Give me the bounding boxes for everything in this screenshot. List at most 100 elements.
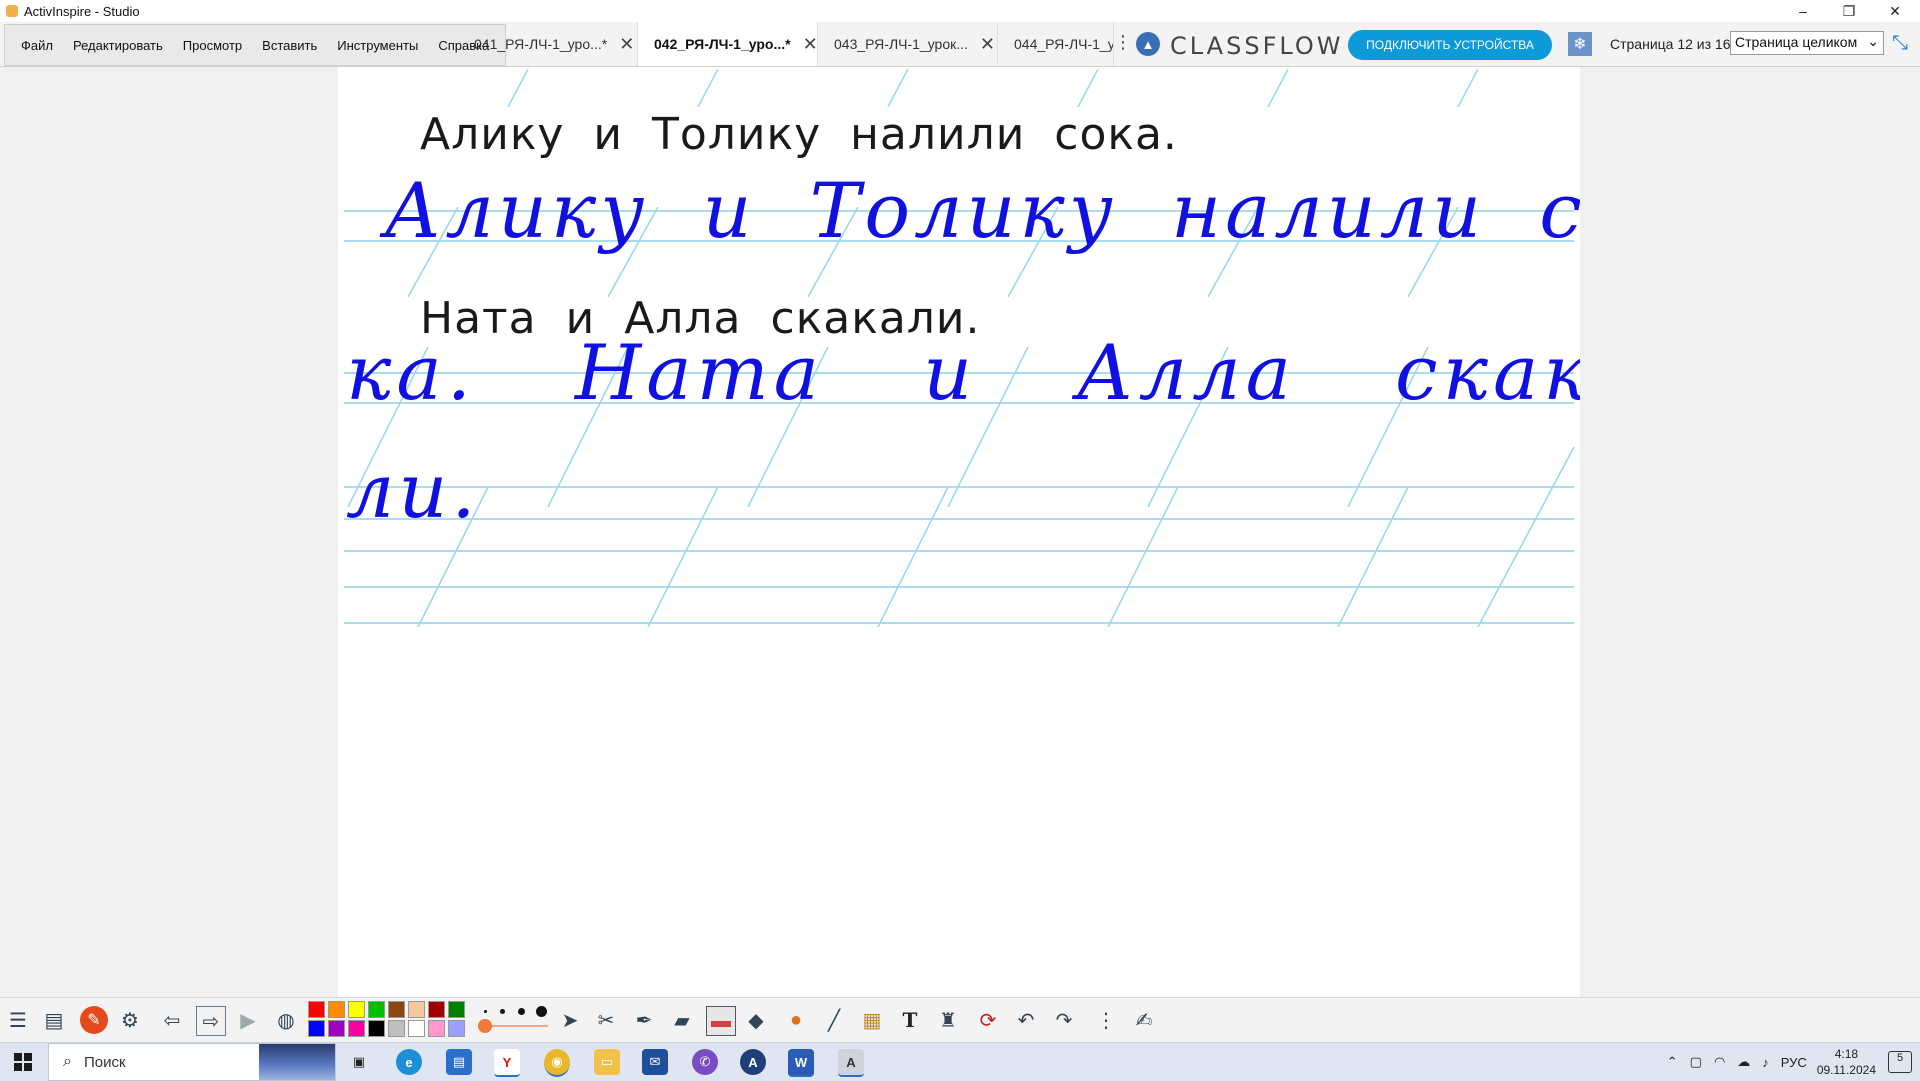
task-view-icon[interactable]: ▣ [346,1049,372,1075]
menu-bar: Файл Редактировать Просмотр Вставить Инс… [4,24,507,66]
tab-044[interactable]: 044_РЯ-ЛЧ-1_ур [998,22,1114,66]
shape-icon[interactable]: ● [782,1006,810,1034]
notifications-icon[interactable]: 5 [1888,1051,1912,1073]
fullscreen-icon[interactable]: ⤡ [1892,32,1908,55]
connector-icon[interactable]: ╱ [820,1006,848,1034]
tab-close-icon[interactable]: ✕ [803,34,817,55]
color-swatch[interactable] [408,1001,425,1018]
close-window-button[interactable]: ✕ [1872,0,1918,22]
browsers-icon[interactable]: ▤ [40,1006,68,1034]
reset-page-icon[interactable]: ⟳ [974,1006,1002,1034]
printed-sentence-2: Ната и Алла скакали. [420,293,981,344]
color-swatch[interactable] [348,1001,365,1018]
pen-width-slider-handle[interactable] [478,1019,492,1033]
color-swatch[interactable] [308,1001,325,1018]
redo-icon[interactable]: ↷ [1050,1006,1078,1034]
more-tools-icon[interactable]: ⋮ [1092,1006,1120,1034]
pen-size-large[interactable] [518,1008,525,1015]
clock[interactable]: 4:18 09.11.2024 [1817,1046,1876,1078]
yandex-browser-icon[interactable]: Y [494,1049,520,1077]
resource-library-icon[interactable]: ▦ [858,1006,886,1034]
tab-label: 043_РЯ-ЛЧ-1_урок... [834,36,968,52]
cloud-icon[interactable]: ☁ [1737,1054,1750,1070]
globe-icon[interactable]: ◍ [272,1006,300,1034]
color-swatch[interactable] [368,1001,385,1018]
pen-mode-icon[interactable]: ✎ [80,1006,108,1034]
menu-view[interactable]: Просмотр [173,38,252,53]
menu-edit[interactable]: Редактировать [63,38,173,53]
select-icon[interactable]: ➤ [556,1006,584,1034]
page-counter: Страница 12 из 16 [1610,36,1731,52]
classflow-logo: CLASSFLOW [1170,32,1344,60]
tab-041[interactable]: 041_РЯ-ЛЧ-1_уро...* ✕ [458,22,638,66]
color-swatch[interactable] [328,1020,345,1037]
menu-tools[interactable]: Инструменты [327,38,428,53]
store-icon[interactable]: ▤ [446,1049,472,1075]
pen-size-xlarge[interactable] [536,1006,547,1017]
desktop-annotate-icon[interactable]: ⚙ [116,1006,144,1034]
play-icon[interactable]: ▶ [234,1006,262,1034]
color-swatch[interactable] [408,1020,425,1037]
app-icon [6,5,18,17]
activinspire-studio-icon[interactable]: A [838,1049,864,1077]
connect-devices-button[interactable]: ПОДКЛЮЧИТЬ УСТРОЙСТВА [1348,30,1552,60]
window-title: ActivInspire - Studio [24,3,140,19]
language-indicator[interactable]: РУС [1781,1055,1807,1070]
mail-icon[interactable]: ✉ [642,1049,668,1075]
next-page-icon[interactable]: ⇨ [196,1006,226,1036]
color-swatch[interactable] [448,1020,465,1037]
pen-icon[interactable]: ✒ [630,1006,658,1034]
color-swatch[interactable] [368,1020,385,1037]
wifi-icon[interactable]: ◠ [1714,1054,1725,1070]
chevron-down-icon: ⌄ [1867,33,1879,49]
color-swatch[interactable] [308,1020,325,1037]
color-swatch[interactable] [328,1001,345,1018]
chrome-icon[interactable]: ◉ [544,1049,570,1077]
device-icon[interactable]: ▢ [1690,1054,1702,1070]
tab-close-icon[interactable]: ✕ [980,34,995,55]
tools-icon[interactable]: ✂ [592,1006,620,1034]
activinspire-icon[interactable]: A [740,1049,766,1075]
restore-button[interactable]: ❐ [1826,0,1872,22]
undo-icon[interactable]: ↶ [1012,1006,1040,1034]
color-swatch[interactable] [448,1001,465,1018]
show-hidden-icons-icon[interactable]: ⌃ [1667,1054,1678,1070]
edit-profile-icon[interactable]: ✍ [1130,1006,1158,1034]
previous-page-icon[interactable]: ⇦ [158,1006,186,1034]
tab-042[interactable]: 042_РЯ-ЛЧ-1_уро...* ✕ [638,22,818,66]
menu-file[interactable]: Файл [11,38,63,53]
tab-close-icon[interactable]: ✕ [619,34,634,55]
clear-icon[interactable]: ♜ [934,1006,962,1034]
eraser-icon[interactable]: ▬ [706,1006,736,1036]
word-icon[interactable]: W [788,1049,814,1077]
color-swatch[interactable] [388,1020,405,1037]
more-tabs-icon[interactable]: ⋮ [1114,32,1132,53]
tab-043[interactable]: 043_РЯ-ЛЧ-1_урок... ✕ [818,22,998,66]
taskbar-search[interactable]: ⌕ Поиск [48,1043,336,1081]
document-tabs: 041_РЯ-ЛЧ-1_уро...* ✕ 042_РЯ-ЛЧ-1_уро...… [458,22,1114,66]
zoom-select[interactable]: Страница целиком ⌄ [1730,31,1884,55]
color-swatch[interactable] [388,1001,405,1018]
volume-icon[interactable]: ♪ [1762,1055,1769,1070]
flipchart-page[interactable]: Алику и Толику налили сока. Ната и Алла … [338,67,1580,997]
pen-size-small[interactable] [484,1010,487,1013]
edge-icon[interactable]: e [396,1049,422,1075]
file-explorer-icon[interactable]: ▭ [594,1049,620,1075]
windows-start-icon[interactable] [14,1053,32,1071]
menu-insert[interactable]: Вставить [252,38,327,53]
search-highlight-image [259,1044,335,1080]
tab-label: 044_РЯ-ЛЧ-1_ур [1014,36,1114,52]
viber-icon[interactable]: ✆ [692,1049,718,1075]
main-menu-icon[interactable]: ☰ [4,1006,32,1034]
handwriting-guidelines [344,68,1575,628]
classflow-rocket-icon[interactable]: ▲ [1136,32,1160,56]
color-swatch[interactable] [348,1020,365,1037]
text-tool-icon[interactable]: T [896,1006,924,1034]
fill-icon[interactable]: ◆ [742,1006,770,1034]
color-swatch[interactable] [428,1020,445,1037]
pen-size-medium[interactable] [500,1009,505,1014]
color-swatch[interactable] [428,1001,445,1018]
highlighter-icon[interactable]: ▰ [668,1006,696,1034]
page-browser-icon[interactable]: ❄ [1568,32,1592,56]
minimize-button[interactable]: – [1780,0,1826,22]
